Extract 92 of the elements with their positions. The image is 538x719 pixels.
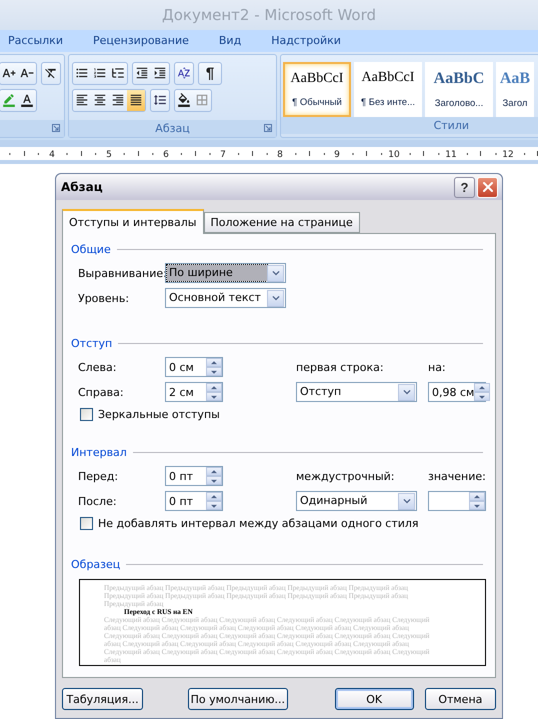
spin-field[interactable] — [428, 491, 486, 511]
ribbon-tab[interactable]: Рассылки — [8, 34, 63, 48]
dialog-button[interactable]: По умолчанию... — [188, 688, 288, 710]
ruler-number: 11 — [445, 150, 457, 160]
ruler-number: 10 — [388, 150, 400, 160]
dropdown-arrow-button[interactable] — [398, 384, 415, 400]
field-label: Справа: — [78, 386, 125, 398]
dropdown-arrow-button[interactable] — [398, 492, 415, 510]
close-button[interactable] — [477, 176, 498, 198]
dialog-title: Абзац — [61, 180, 104, 194]
style-item[interactable]: AaB Загол — [496, 62, 534, 117]
ribbon-tab[interactable]: Рецензирование — [92, 34, 189, 48]
spin-up-button[interactable] — [206, 492, 222, 501]
section-heading: Общие — [71, 242, 111, 256]
help-button[interactable]: ? — [454, 176, 475, 198]
spin-down-button[interactable] — [206, 476, 222, 485]
field-label: После: — [78, 494, 118, 508]
checkbox-label: Зеркальные отступы — [98, 408, 220, 421]
multilevel-list-icon — [111, 66, 125, 80]
spin-up-button[interactable] — [206, 358, 222, 367]
checkbox-label: Не добавлять интервал между абзацами одного стиля — [98, 517, 419, 530]
numbered-list-icon — [93, 66, 107, 80]
justify-icon — [129, 93, 143, 108]
ruler-number: 4 — [49, 150, 55, 160]
spin-up-button[interactable] — [206, 467, 222, 476]
spin-down-button[interactable] — [469, 501, 485, 510]
sort-icon — [177, 66, 191, 80]
borders-icon — [195, 93, 209, 108]
highlighter-icon — [2, 93, 16, 108]
window-title: Документ2 - Microsoft Word — [162, 6, 376, 24]
spin-up-button[interactable] — [469, 492, 485, 501]
field-label: Выравнивание: — [78, 266, 165, 280]
line-spacing-icon — [153, 93, 167, 108]
dialog-tab[interactable]: Положение на странице — [204, 212, 360, 233]
dialog-launcher-icon[interactable] — [52, 124, 60, 132]
align-center-icon — [93, 93, 107, 108]
decrease-indent-icon — [135, 66, 149, 80]
align-right-icon — [111, 93, 125, 108]
style-item[interactable]: AaBbCcI ¶ Обычный — [283, 62, 351, 117]
increase-indent-icon — [153, 66, 167, 80]
align-button[interactable] — [127, 90, 145, 111]
checkbox[interactable] — [80, 517, 93, 530]
field-label: значение: — [428, 470, 486, 482]
section-heading: Интервал — [71, 446, 127, 458]
field-label: Уровень: — [78, 292, 130, 304]
ruler-number: 6 — [163, 150, 169, 160]
spin-field[interactable]: 0 пт — [165, 466, 223, 486]
field-label: междустрочный: — [296, 470, 396, 482]
show-marks-button[interactable]: ¶ — [198, 62, 222, 85]
dropdown-field[interactable]: Основной текст — [165, 288, 286, 308]
field-label: на: — [428, 360, 447, 374]
dropdown-arrow-button[interactable] — [267, 290, 284, 306]
font-color-icon — [20, 93, 34, 108]
ruler-number: 7 — [220, 150, 226, 160]
spin-field[interactable]: 0 см — [165, 357, 223, 377]
dialog-launcher-icon[interactable] — [264, 124, 272, 132]
dropdown-field[interactable]: По ширине — [165, 263, 286, 283]
spin-down-button[interactable] — [474, 392, 490, 401]
dialog-tab[interactable]: Отступы и интервалы — [62, 209, 204, 234]
dropdown-field[interactable]: Отступ — [296, 382, 417, 402]
ruler-number: 12 — [502, 150, 514, 160]
section-heading: Образец — [71, 558, 120, 570]
field-label: Перед: — [78, 470, 120, 482]
style-item[interactable]: AaBbCcI ¶ Без инте... — [354, 62, 422, 117]
spin-down-button[interactable] — [206, 392, 222, 401]
style-item[interactable]: AaBbC Заголово... — [425, 62, 493, 117]
spin-up-button[interactable] — [206, 383, 222, 392]
paint-bucket-icon — [177, 93, 191, 108]
ribbon-tab[interactable]: Вид — [218, 34, 242, 48]
field-label: первая строка: — [296, 360, 385, 374]
spin-field[interactable]: 0 пт — [165, 491, 223, 511]
group-label: Стили — [434, 118, 469, 132]
bullet-list-icon — [75, 66, 89, 80]
dialog-button[interactable]: OK — [334, 688, 414, 710]
dropdown-field[interactable]: Одинарный — [296, 491, 417, 511]
group-label: Абзац — [155, 122, 190, 135]
field-label: Слева: — [78, 360, 118, 374]
dialog-button[interactable]: Отмена — [424, 688, 496, 710]
clear-formatting-icon — [44, 66, 58, 80]
ribbon-tab[interactable]: Надстройки — [271, 34, 341, 48]
spin-down-button[interactable] — [206, 501, 222, 510]
spin-down-button[interactable] — [206, 367, 222, 376]
spin-up-button[interactable] — [474, 383, 490, 392]
align-left-icon — [75, 93, 89, 108]
ruler-number: 8 — [277, 150, 283, 160]
ruler-number: 5 — [106, 150, 112, 160]
spin-field[interactable]: 2 см — [165, 382, 223, 402]
dialog-button[interactable]: Табуляция... — [62, 688, 144, 710]
checkbox[interactable] — [80, 408, 93, 421]
dropdown-arrow-button[interactable] — [267, 264, 284, 282]
section-heading: Отступ — [71, 336, 112, 350]
ruler-number: 9 — [334, 150, 340, 160]
